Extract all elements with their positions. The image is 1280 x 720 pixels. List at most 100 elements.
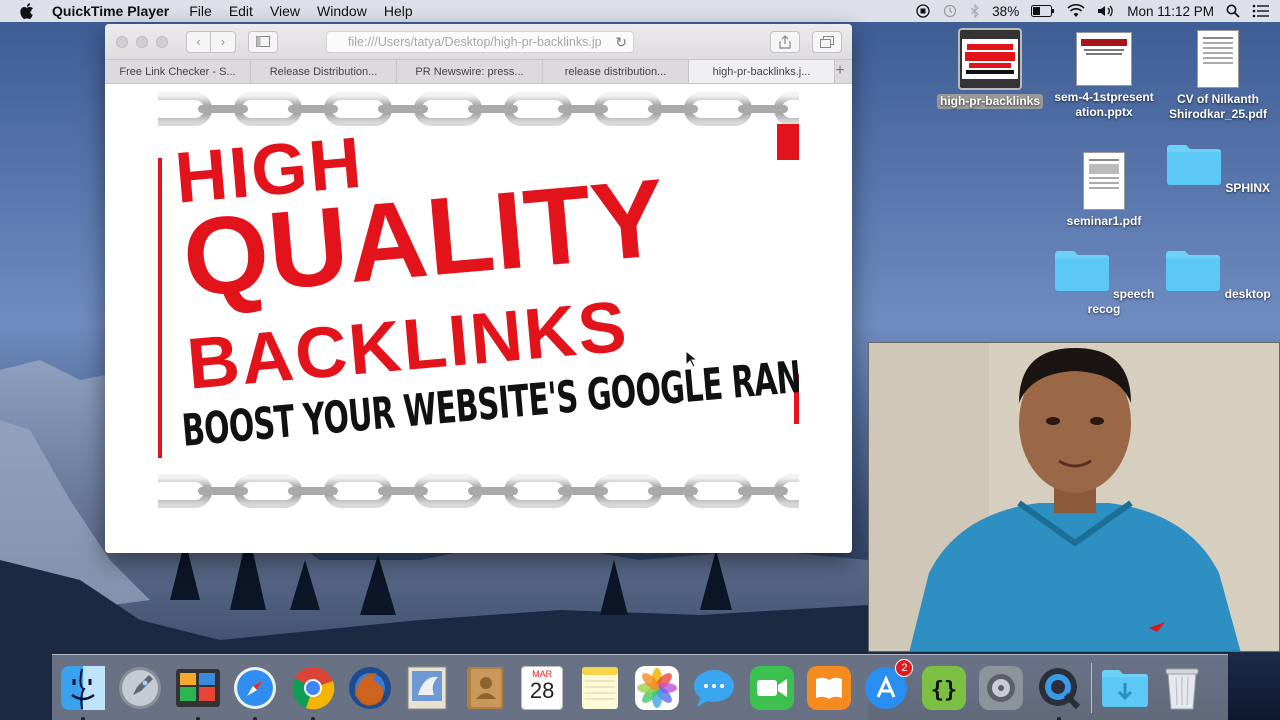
page-content: HIGH QUALITY BACKLINKS BOOST YOUR WEBSIT… [105,84,852,553]
back-button[interactable]: ‹ [186,30,211,53]
volume-icon[interactable] [1097,4,1115,18]
address-bar[interactable]: file:///Users/tatya/Desktop/high-pr-back… [326,31,634,53]
tab-pr-newswire[interactable]: PR Newswire: press... [397,60,543,83]
notes-icon[interactable] [575,663,625,713]
menu-bar: QuickTime Player File Edit View Window H… [0,0,1280,22]
safari-icon[interactable] [230,663,280,720]
system-preferences-icon[interactable] [976,663,1026,713]
calendar-month: MAR [532,668,553,679]
image-capture-icon[interactable] [173,663,223,720]
chrome-icon[interactable] [288,663,338,720]
share-icon [779,35,791,49]
launchpad-icon[interactable] [115,663,165,713]
chain-top-graphic [158,92,799,126]
desktop-file-label: high-pr-backlinks [936,94,1043,109]
finder-icon[interactable] [58,663,108,720]
running-indicator [81,716,85,720]
desktop-file-label: sem-4-1stpresent ation.pptx [1054,90,1154,119]
firefox-icon[interactable] [345,663,395,713]
notification-badge: 2 [895,658,914,677]
safari-window: ‹ › file:///Users/tatya/Desktop/high-pr-… [105,24,852,553]
share-button[interactable] [770,31,800,53]
pptx-thumbnail-icon [1076,32,1132,86]
mouse-cursor-icon [685,350,697,368]
photos-icon[interactable] [632,663,682,713]
desktop-file-label: SPHINX [1225,181,1271,195]
desktop-folder-desktop[interactable]: desktop [1158,248,1278,302]
menu-file[interactable]: File [189,3,212,19]
tabs-overview-icon [820,36,834,48]
wifi-icon[interactable] [1067,4,1085,18]
running-indicator [310,716,315,720]
time-machine-icon[interactable] [942,4,958,18]
chevron-left-icon: ‹ [196,34,201,49]
quicktime-icon[interactable] [1034,663,1084,720]
notification-center-icon[interactable] [1252,4,1270,18]
plus-icon: + [835,62,845,79]
spotlight-search-icon[interactable] [1226,4,1240,18]
desktop-file-sem-presentation[interactable]: sem-4-1stpresent ation.pptx [1044,32,1164,120]
desktop-file-label: desktop [1224,287,1271,301]
desktop-folder-sphinx[interactable]: SPHINX [1158,142,1278,196]
running-indicator [1056,716,1061,720]
brackets-icon[interactable]: {} [919,663,969,713]
new-tab-button[interactable]: + [832,62,848,80]
bluetooth-icon[interactable] [970,4,980,18]
navigation-buttons: ‹ › [186,30,236,53]
trash-icon[interactable] [1157,663,1207,713]
downloads-icon[interactable] [1100,663,1150,713]
show-all-tabs-button[interactable] [812,31,842,53]
mail-icon[interactable] [402,663,452,713]
red-edge-right [777,124,799,160]
pdf-thumbnail-icon [1083,152,1125,210]
image-thumbnail-icon [958,28,1022,90]
sidebar-icon [256,36,270,47]
apple-menu-icon[interactable] [16,3,38,19]
desktop-file-seminar-pdf[interactable]: seminar1.pdf [1044,152,1164,229]
tab-free-link-checker[interactable]: Free Link Checker - S... [105,60,251,83]
browser-toolbar: ‹ › file:///Users/tatya/Desktop/high-pr-… [105,24,852,60]
close-window-button[interactable] [116,35,128,48]
battery-percent: 38% [992,3,1020,19]
menu-help[interactable]: Help [384,3,413,19]
facetime-icon[interactable] [747,663,797,713]
menu-clock[interactable]: Mon 11:12 PM [1127,4,1214,19]
menu-view[interactable]: View [270,3,300,19]
app-name-menu[interactable]: QuickTime Player [52,3,169,19]
desktop-folder-speech-recog[interactable]: speech recog [1044,248,1164,317]
tab-bar: Free Link Checker - S... Release Distrib… [105,60,852,84]
chevron-right-icon: › [220,34,226,49]
red-edge-left [158,158,162,458]
battery-icon[interactable] [1031,5,1055,17]
menu-edit[interactable]: Edit [229,3,253,19]
tab-high-pr-backlinks[interactable]: high-pr-backlinks.j... [689,60,835,83]
reload-icon[interactable]: ↻ [615,34,627,51]
url-text: file:///Users/tatya/Desktop/high-pr-back… [348,35,602,49]
forward-button[interactable]: › [211,30,236,53]
app-store-icon[interactable]: 2 [861,658,914,713]
chain-bottom-graphic [158,474,799,508]
tab-release-distribution-2[interactable]: release distribution... [543,60,689,83]
calendar-icon[interactable]: MAR 28 [517,663,567,713]
contacts-icon[interactable] [460,663,510,713]
menu-window[interactable]: Window [317,3,367,19]
desktop-file-cv-pdf[interactable]: CV of Nilkanth Shirodkar_25.pdf [1158,30,1278,122]
backlinks-banner-image: HIGH QUALITY BACKLINKS BOOST YOUR WEBSIT… [158,88,799,514]
ibooks-icon[interactable] [804,663,854,713]
dock: MAR 28 2 {} [52,654,1228,720]
desktop-file-label: CV of Nilkanth Shirodkar_25.pdf [1168,92,1268,121]
sidebar-toggle-button[interactable] [248,30,278,53]
desktop-file-high-pr-backlinks[interactable]: high-pr-backlinks [930,28,1050,109]
calendar-day: 28 [529,677,555,703]
folder-icon [1054,251,1109,291]
minimize-window-button[interactable] [136,35,148,48]
dock-separator [1091,662,1093,713]
tab-release-distribution[interactable]: Release Distribution... [251,60,397,83]
folder-icon [1166,251,1221,291]
messages-icon[interactable] [689,663,739,713]
recording-stop-icon[interactable] [916,4,930,18]
folder-icon [1166,145,1221,185]
webcam-overlay [868,342,1280,652]
presenter-video-frame [869,343,1279,651]
zoom-window-button[interactable] [156,35,168,48]
